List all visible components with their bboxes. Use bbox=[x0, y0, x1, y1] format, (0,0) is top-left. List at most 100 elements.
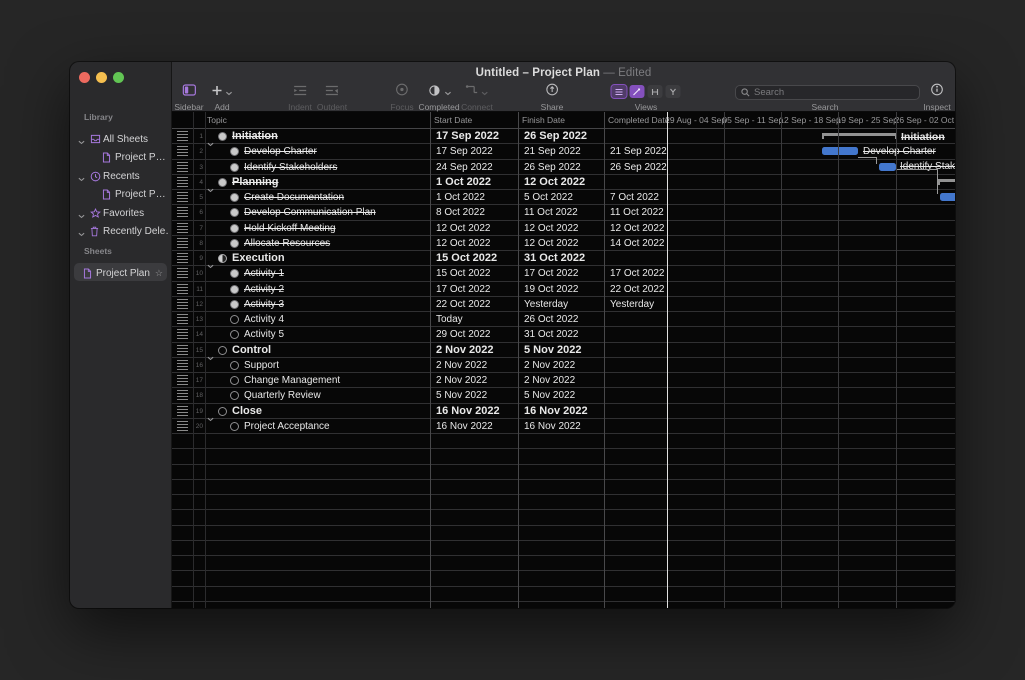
completed-date-cell[interactable] bbox=[604, 343, 667, 357]
indent-button[interactable]: Indent bbox=[288, 84, 312, 112]
row-drag-handle[interactable] bbox=[172, 160, 193, 174]
topic-cell[interactable]: Identify Stakeholders bbox=[205, 160, 430, 174]
sidebar-toggle-button[interactable]: Sidebar bbox=[174, 84, 203, 112]
finish-date-cell[interactable]: 26 Sep 2022 bbox=[518, 129, 604, 143]
status-circle[interactable] bbox=[230, 208, 239, 217]
completed-date-cell[interactable] bbox=[604, 388, 667, 402]
finish-date-cell[interactable]: 12 Oct 2022 bbox=[518, 221, 604, 235]
sidebar-item-recents[interactable]: Recents bbox=[70, 169, 171, 186]
row-drag-handle[interactable] bbox=[172, 388, 193, 402]
start-date-cell[interactable]: 17 Sep 2022 bbox=[430, 144, 518, 158]
finish-date-cell[interactable]: 12 Oct 2022 bbox=[518, 236, 604, 250]
start-date-cell[interactable]: 22 Oct 2022 bbox=[430, 297, 518, 311]
topic-cell[interactable]: Project Acceptance bbox=[205, 419, 430, 433]
topic-cell[interactable]: Activity 1 bbox=[205, 266, 430, 280]
status-circle[interactable] bbox=[218, 346, 227, 355]
completed-date-cell[interactable] bbox=[604, 312, 667, 326]
status-circle[interactable] bbox=[230, 147, 239, 156]
status-circle[interactable] bbox=[230, 391, 239, 400]
completed-date-cell[interactable]: 14 Oct 2022 bbox=[604, 236, 667, 250]
start-date-cell[interactable]: 2 Nov 2022 bbox=[430, 358, 518, 372]
row-drag-handle[interactable] bbox=[172, 266, 193, 280]
finish-date-cell[interactable]: 2 Nov 2022 bbox=[518, 358, 604, 372]
status-circle[interactable] bbox=[230, 193, 239, 202]
completed-date-cell[interactable]: 26 Sep 2022 bbox=[604, 160, 667, 174]
sidebar-item-recently-dele[interactable]: Recently Dele… bbox=[70, 224, 171, 241]
topic-cell[interactable]: Develop Communication Plan bbox=[205, 205, 430, 219]
close-window-button[interactable] bbox=[79, 72, 90, 83]
finish-date-cell[interactable]: 16 Nov 2022 bbox=[518, 419, 604, 433]
gantt-task-bar[interactable] bbox=[879, 163, 896, 171]
status-circle[interactable] bbox=[230, 163, 239, 172]
completed-filter-button[interactable]: Completed bbox=[418, 84, 459, 112]
row-drag-handle[interactable] bbox=[172, 282, 193, 296]
start-date-cell[interactable]: 5 Nov 2022 bbox=[430, 388, 518, 402]
completed-date-cell[interactable]: 12 Oct 2022 bbox=[604, 221, 667, 235]
row-drag-handle[interactable] bbox=[172, 144, 193, 158]
disclosure-chevron-icon[interactable] bbox=[78, 174, 85, 185]
row-drag-handle[interactable] bbox=[172, 190, 193, 204]
topic-cell[interactable]: Allocate Resources bbox=[205, 236, 430, 250]
status-circle[interactable] bbox=[230, 422, 239, 431]
finish-date-cell[interactable]: 5 Nov 2022 bbox=[518, 343, 604, 357]
outdent-button[interactable]: Outdent bbox=[317, 84, 347, 112]
finish-date-cell[interactable]: 31 Oct 2022 bbox=[518, 327, 604, 341]
row-drag-handle[interactable] bbox=[172, 175, 193, 189]
gantt-task-bar[interactable] bbox=[940, 193, 955, 201]
inspect-button[interactable] bbox=[931, 84, 944, 99]
start-date-cell[interactable]: 17 Oct 2022 bbox=[430, 282, 518, 296]
row-drag-handle[interactable] bbox=[172, 236, 193, 250]
row-drag-handle[interactable] bbox=[172, 312, 193, 326]
disclosure-chevron-icon[interactable] bbox=[78, 229, 85, 240]
status-circle[interactable] bbox=[218, 407, 227, 416]
column-header-start-date[interactable]: Start Date bbox=[434, 115, 472, 125]
status-circle[interactable] bbox=[230, 361, 239, 370]
start-date-cell[interactable]: 16 Nov 2022 bbox=[430, 404, 518, 418]
view-outline-button[interactable] bbox=[612, 85, 627, 98]
topic-cell[interactable]: Hold Kickoff Meeting bbox=[205, 221, 430, 235]
start-date-cell[interactable]: 15 Oct 2022 bbox=[430, 266, 518, 280]
gantt-task-bar[interactable] bbox=[822, 147, 858, 155]
completed-date-cell[interactable] bbox=[604, 251, 667, 265]
favorite-star-icon[interactable]: ☆ bbox=[155, 268, 163, 279]
finish-date-cell[interactable]: 5 Nov 2022 bbox=[518, 388, 604, 402]
start-date-cell[interactable]: 17 Sep 2022 bbox=[430, 129, 518, 143]
start-date-cell[interactable]: 2 Nov 2022 bbox=[430, 343, 518, 357]
search-field[interactable] bbox=[735, 85, 920, 100]
topic-cell[interactable]: Control bbox=[205, 343, 430, 357]
topic-cell[interactable]: Initiation bbox=[205, 129, 430, 143]
row-drag-handle[interactable] bbox=[172, 251, 193, 265]
topic-cell[interactable]: Close bbox=[205, 404, 430, 418]
start-date-cell[interactable]: 8 Oct 2022 bbox=[430, 205, 518, 219]
zoom-window-button[interactable] bbox=[113, 72, 124, 83]
topic-cell[interactable]: Activity 3 bbox=[205, 297, 430, 311]
row-drag-handle[interactable] bbox=[172, 221, 193, 235]
row-drag-handle[interactable] bbox=[172, 358, 193, 372]
row-drag-handle[interactable] bbox=[172, 373, 193, 387]
completed-date-cell[interactable]: 11 Oct 2022 bbox=[604, 205, 667, 219]
status-circle[interactable] bbox=[218, 178, 227, 187]
finish-date-cell[interactable]: 26 Oct 2022 bbox=[518, 312, 604, 326]
finish-date-cell[interactable]: 21 Sep 2022 bbox=[518, 144, 604, 158]
completed-date-cell[interactable]: 21 Sep 2022 bbox=[604, 144, 667, 158]
status-circle[interactable] bbox=[230, 330, 239, 339]
focus-button[interactable]: Focus bbox=[390, 84, 413, 112]
completed-date-cell[interactable]: Yesterday bbox=[604, 297, 667, 311]
topic-cell[interactable]: Planning bbox=[205, 175, 430, 189]
row-drag-handle[interactable] bbox=[172, 129, 193, 143]
topic-cell[interactable]: Create Documentation bbox=[205, 190, 430, 204]
start-date-cell[interactable]: 12 Oct 2022 bbox=[430, 221, 518, 235]
search-input[interactable] bbox=[754, 87, 914, 98]
status-circle[interactable] bbox=[230, 269, 239, 278]
start-date-cell[interactable]: 16 Nov 2022 bbox=[430, 419, 518, 433]
completed-date-cell[interactable] bbox=[604, 358, 667, 372]
row-drag-handle[interactable] bbox=[172, 327, 193, 341]
gantt-summary-bar[interactable] bbox=[822, 133, 897, 136]
completed-date-cell[interactable] bbox=[604, 373, 667, 387]
view-calendar-button[interactable] bbox=[666, 85, 681, 98]
finish-date-cell[interactable]: 2 Nov 2022 bbox=[518, 373, 604, 387]
view-notes-button[interactable] bbox=[630, 85, 645, 98]
completed-date-cell[interactable] bbox=[604, 129, 667, 143]
completed-date-cell[interactable] bbox=[604, 327, 667, 341]
start-date-cell[interactable]: Today bbox=[430, 312, 518, 326]
